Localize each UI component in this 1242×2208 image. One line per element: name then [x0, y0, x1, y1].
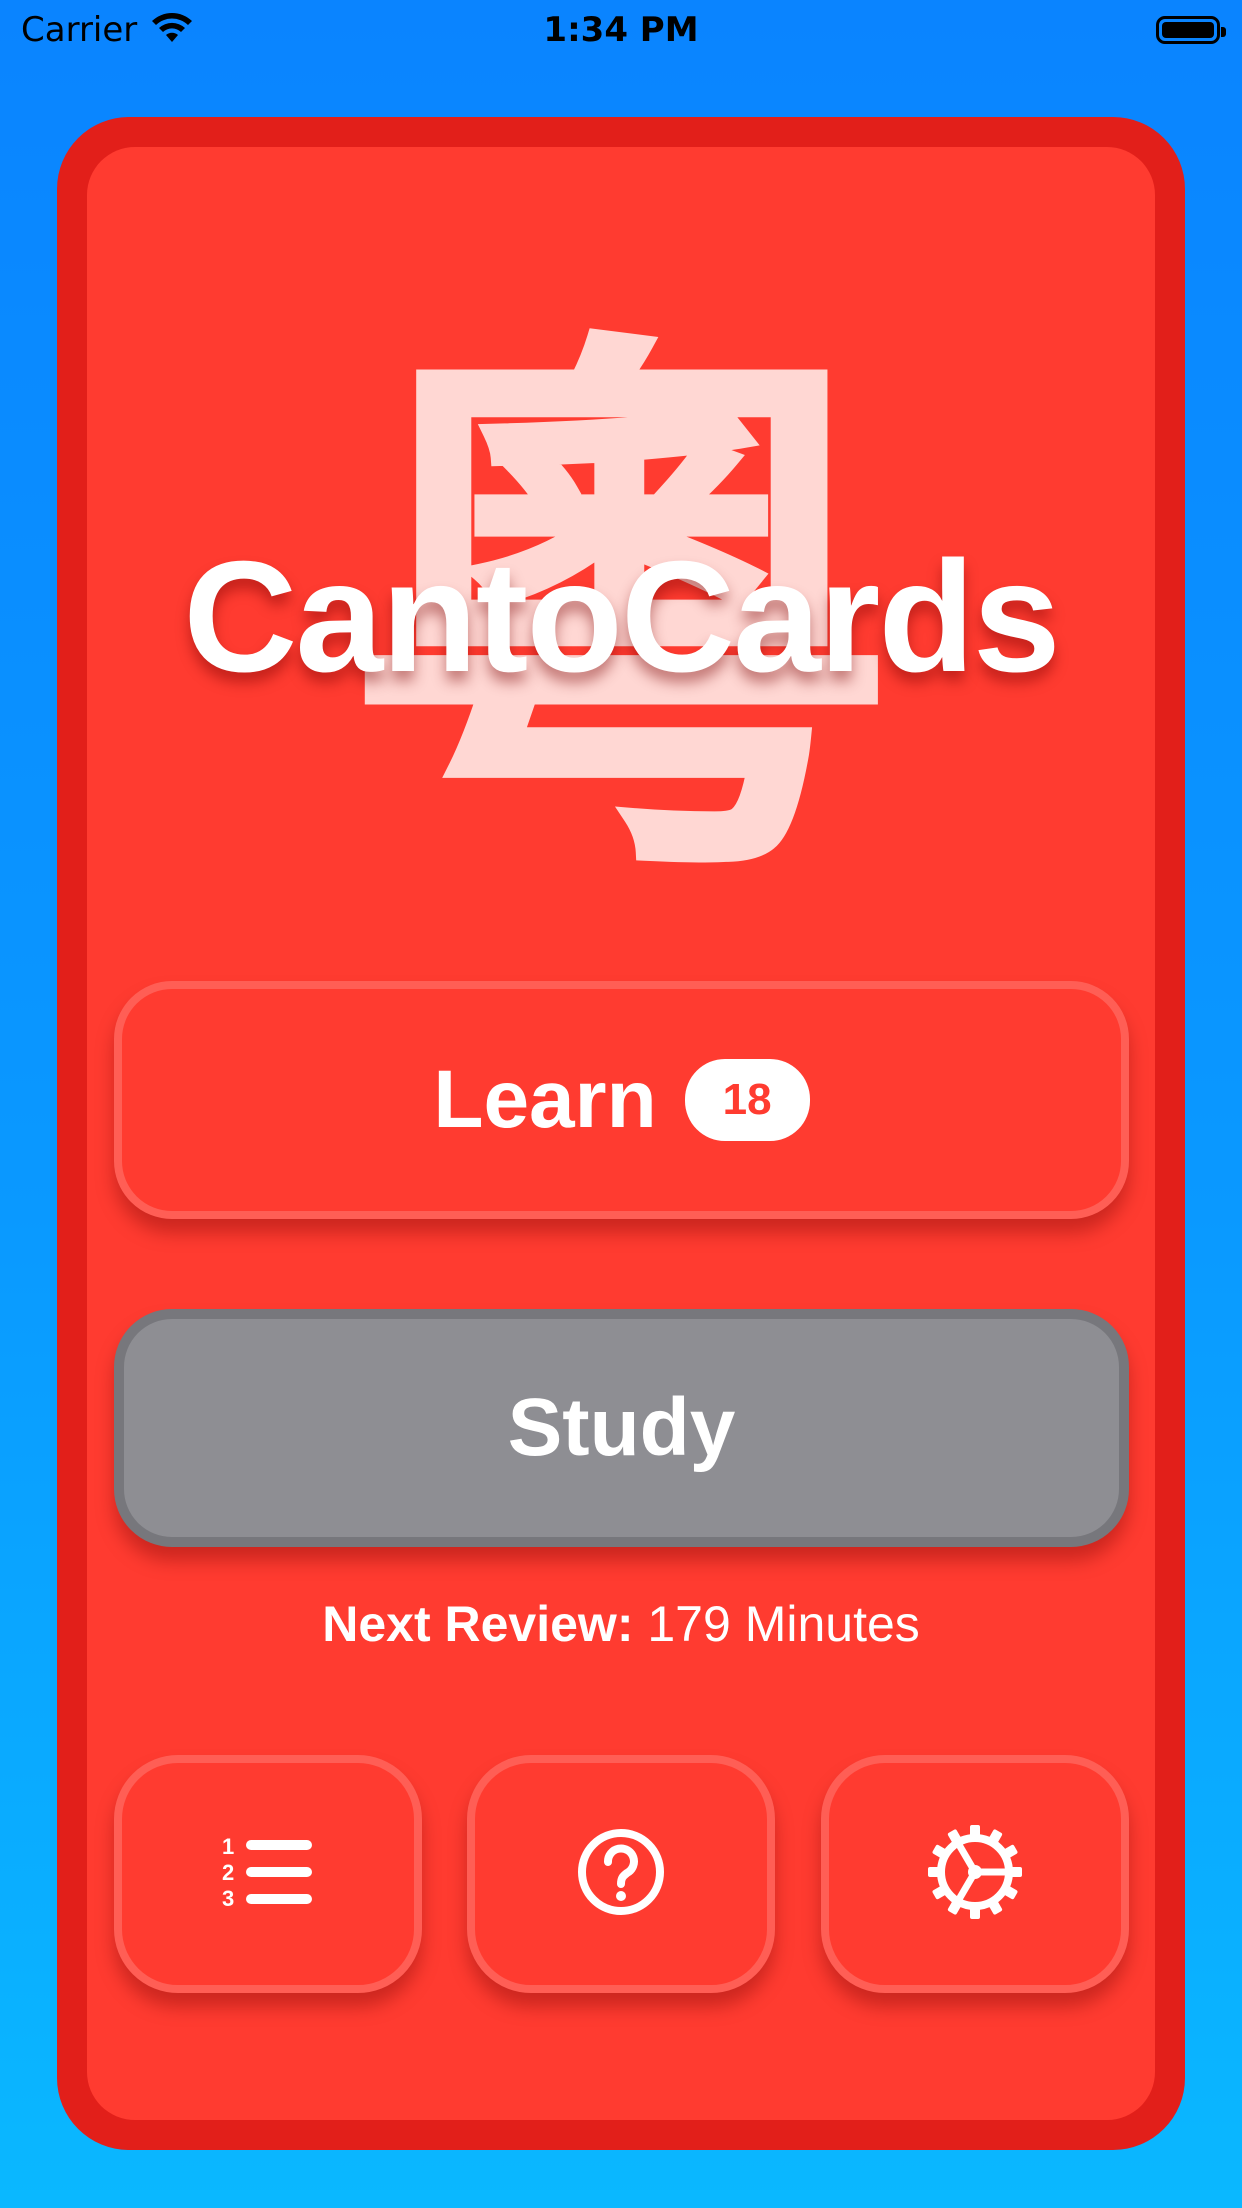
word-list-button[interactable]: 1 2 3: [114, 1755, 422, 1993]
settings-button[interactable]: [821, 1755, 1129, 1993]
learn-count-badge: 18: [684, 1059, 810, 1141]
numbered-list-icon: 1 2 3: [220, 1832, 316, 1916]
study-button-label: Study: [507, 1382, 736, 1473]
next-review-value: 179 Minutes: [647, 1596, 920, 1652]
svg-text:3: 3: [222, 1886, 234, 1911]
main-card: 粵 CantoCards Learn 18 Study Next Review:…: [57, 117, 1185, 2150]
svg-text:2: 2: [222, 1860, 234, 1885]
gear-icon: [926, 1823, 1024, 1925]
svg-text:1: 1: [222, 1834, 234, 1859]
next-review-text: Next Review: 179 Minutes: [87, 1595, 1155, 1653]
help-button[interactable]: [467, 1755, 775, 1993]
study-button[interactable]: Study: [114, 1309, 1129, 1547]
app-title: CantoCards: [183, 529, 1060, 705]
battery-icon: [1156, 16, 1226, 44]
clock: 1:34 PM: [543, 10, 699, 50]
main-card-inner: 粵 CantoCards Learn 18 Study Next Review:…: [87, 147, 1155, 2120]
next-review-label: Next Review:: [322, 1596, 634, 1652]
learn-button-label: Learn: [433, 1054, 657, 1145]
status-bar: Carrier 1:34 PM: [0, 0, 1242, 60]
learn-button[interactable]: Learn 18: [114, 981, 1129, 1219]
question-circle-icon: [575, 1826, 667, 1922]
